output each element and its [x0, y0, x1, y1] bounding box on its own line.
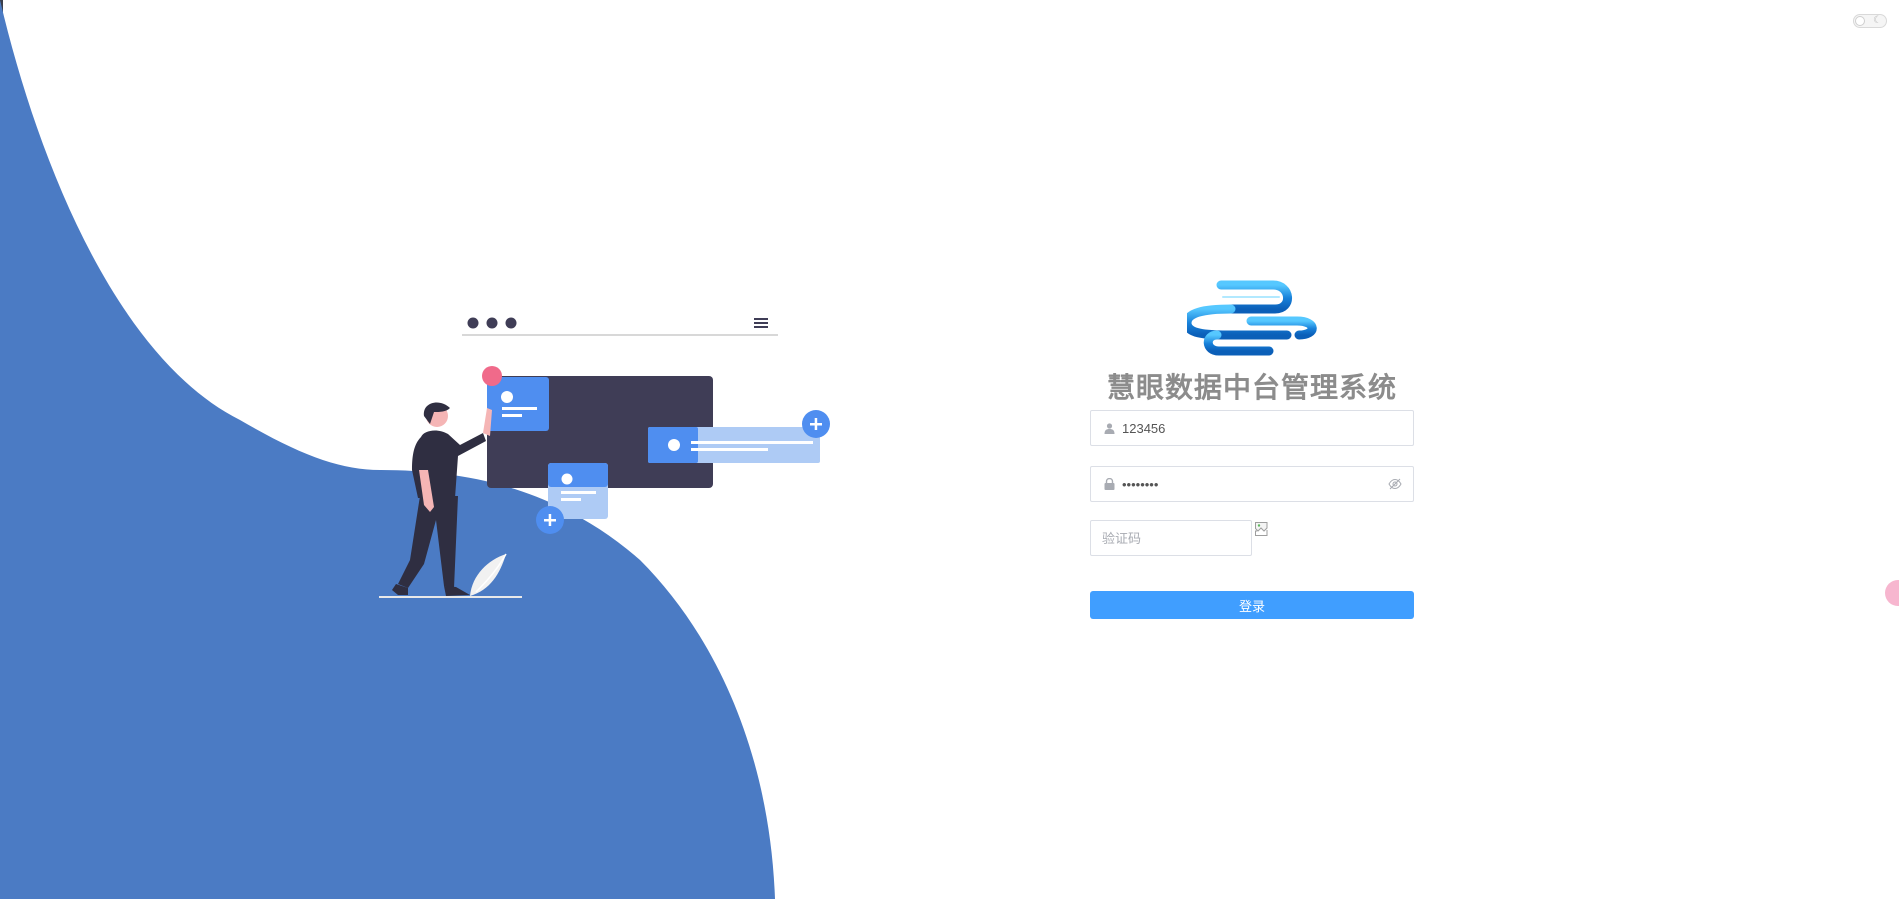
toggle-knob [1855, 16, 1865, 26]
password-field[interactable] [1090, 466, 1414, 502]
password-input[interactable] [1122, 467, 1388, 501]
login-panel: 慧眼数据中台管理系统 123456 •••••••• 验证码 登录 [1090, 275, 1414, 619]
hero-illustration [379, 317, 830, 598]
theme-toggle[interactable]: ☾ [1853, 14, 1887, 28]
eye-slash-icon[interactable] [1388, 478, 1402, 490]
background-wave [0, 0, 775, 899]
login-page: ☾ 慧眼数据中台管理系统 123456 •••••••• 验证码 登录 [0, 0, 1899, 899]
captcha-input[interactable] [1091, 521, 1251, 555]
username-input[interactable] [1122, 411, 1413, 445]
moon-icon: ☾ [1873, 15, 1882, 26]
broken-image-icon[interactable] [1254, 521, 1270, 537]
captcha-row [1090, 520, 1414, 556]
system-title: 慧眼数据中台管理系统 [1106, 371, 1397, 404]
app-logo [1187, 280, 1317, 356]
login-button[interactable]: 登录 [1090, 591, 1414, 619]
user-icon [1103, 422, 1115, 434]
lock-icon [1103, 478, 1115, 490]
captcha-field[interactable] [1090, 520, 1252, 556]
username-field[interactable] [1090, 410, 1414, 446]
